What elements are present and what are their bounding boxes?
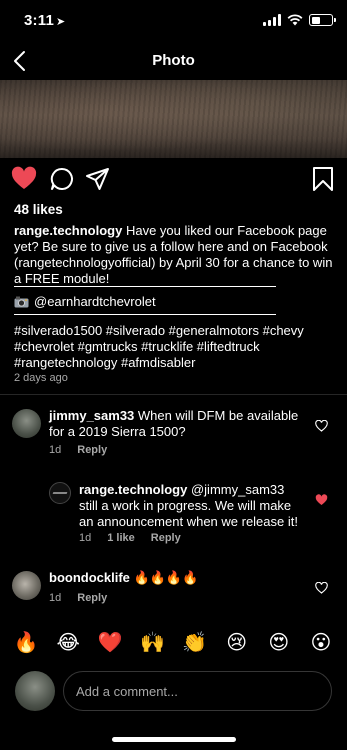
reply-button[interactable]: Reply: [77, 444, 107, 456]
heart-eyes-emoji-button[interactable]: 😍: [266, 630, 292, 654]
comment-composer: [0, 670, 347, 712]
like-heart-icon[interactable]: [11, 166, 37, 192]
comment-username[interactable]: jimmy_sam33: [49, 408, 134, 423]
comment-like-heart-icon[interactable]: [315, 420, 328, 432]
post-photo[interactable]: [0, 80, 347, 158]
current-user-avatar: [15, 671, 55, 711]
post-actions: [0, 166, 347, 194]
surprised-emoji-button[interactable]: 😮: [308, 630, 334, 654]
brand-logo-icon: [52, 492, 68, 494]
comments-divider: [0, 394, 347, 395]
status-time: 3:11 ➤: [24, 12, 66, 29]
caption-author[interactable]: range.technology: [14, 223, 122, 238]
status-bar: 3:11 ➤: [0, 0, 347, 44]
heart-emoji-button[interactable]: ❤️: [97, 630, 123, 654]
comment-icon[interactable]: [49, 166, 75, 192]
mention-line: @earnhardtchevrolet: [14, 294, 156, 309]
comment-reply-item: range.technology @jimmy_sam33 still a wo…: [0, 480, 347, 544]
comment-meta: 1d Reply: [49, 444, 107, 456]
add-comment-input[interactable]: [63, 671, 332, 711]
cellular-signal-icon: [263, 14, 281, 26]
comment-username[interactable]: boondocklife: [49, 570, 130, 585]
commenter-avatar[interactable]: [49, 482, 71, 504]
comment-age: 1d: [79, 532, 92, 544]
commenter-avatar[interactable]: [12, 409, 41, 438]
comment-like-heart-icon[interactable]: [315, 494, 328, 506]
reply-button[interactable]: Reply: [77, 592, 107, 604]
comment-item: jimmy_sam33 When will DFM be available f…: [0, 406, 347, 458]
comment-username[interactable]: range.technology: [79, 482, 187, 497]
nav-bar: Photo: [0, 44, 347, 80]
comment-text: 🔥🔥🔥🔥: [129, 570, 199, 585]
status-icons: [263, 14, 336, 26]
camera-icon: [14, 296, 29, 307]
post-timestamp: 2 days ago: [14, 372, 68, 384]
caption-divider-top: [14, 286, 276, 287]
comment-body: boondocklife 🔥🔥🔥🔥: [49, 570, 299, 586]
emoji-quick-bar: 🔥 😂 ❤️ 🙌 👏 😢 😍 😮: [0, 625, 347, 659]
wifi-icon: [287, 14, 303, 26]
comment-body: range.technology @jimmy_sam33 still a wo…: [79, 482, 304, 530]
comment-age: 1d: [49, 592, 62, 604]
comment-body: jimmy_sam33 When will DFM be available f…: [49, 408, 299, 440]
comment-meta: 1d Reply: [49, 592, 107, 604]
share-send-icon[interactable]: [85, 166, 111, 192]
hashtags[interactable]: #silverado1500 #silverado #generalmotors…: [14, 323, 336, 371]
comment-item: boondocklife 🔥🔥🔥🔥 1d Reply: [0, 568, 347, 608]
comment-age: 1d: [49, 444, 62, 456]
crying-emoji-button[interactable]: 😢: [224, 630, 250, 654]
post-caption: range.technology Have you liked our Face…: [14, 223, 336, 287]
likes-count[interactable]: 48 likes: [14, 202, 63, 217]
caption-divider-bottom: [14, 314, 276, 315]
commenter-avatar[interactable]: [12, 571, 41, 600]
page-title: Photo: [152, 52, 195, 69]
battery-icon: [309, 14, 336, 26]
laughing-emoji-button[interactable]: 😂: [55, 630, 81, 654]
comment-likes-count[interactable]: 1 like: [107, 532, 135, 544]
reply-button[interactable]: Reply: [151, 532, 181, 544]
raised-hands-emoji-button[interactable]: 🙌: [139, 630, 165, 654]
home-indicator[interactable]: [112, 737, 236, 742]
clapping-emoji-button[interactable]: 👏: [182, 630, 208, 654]
save-bookmark-icon[interactable]: [310, 166, 336, 192]
mention-link[interactable]: @earnhardtchevrolet: [34, 294, 156, 309]
comment-meta: 1d 1 like Reply: [79, 532, 181, 544]
fire-emoji-button[interactable]: 🔥: [13, 630, 39, 654]
location-arrow-icon: ➤: [56, 16, 66, 28]
comment-like-heart-icon[interactable]: [315, 582, 328, 594]
